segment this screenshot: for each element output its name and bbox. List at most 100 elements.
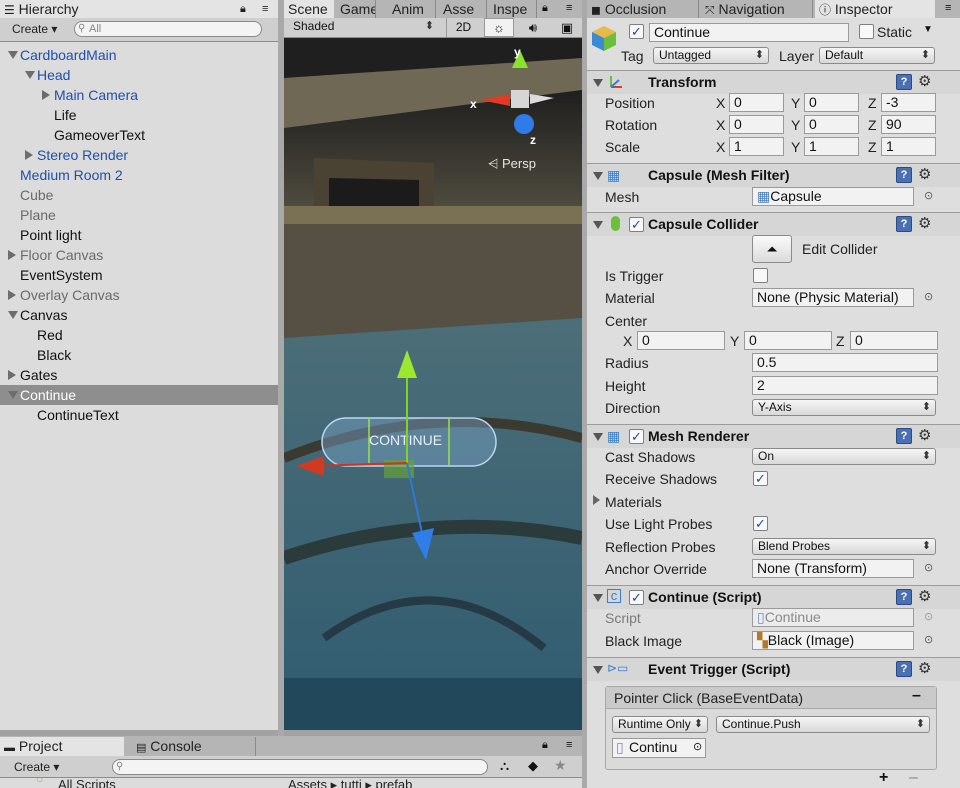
materials-expand-arrow-icon[interactable] [593, 495, 600, 505]
hierarchy-create-button[interactable]: Create ▾ [12, 20, 57, 38]
shading-mode-dropdown[interactable]: Shaded [288, 19, 438, 36]
collapse-arrow-icon[interactable] [593, 221, 603, 229]
transform-position-y-field[interactable]: 0 [804, 93, 859, 112]
capsule-collider-header[interactable]: ✓ Capsule Collider ? ⚙ [587, 212, 960, 236]
transform-header[interactable]: Transform ? ⚙ [587, 70, 960, 94]
hierarchy-item[interactable]: Red [0, 325, 278, 345]
hierarchy-item[interactable]: Point light [0, 225, 278, 245]
collapse-arrow-icon[interactable] [593, 666, 603, 674]
2d-toggle[interactable]: 2D [446, 18, 480, 37]
cast-shadows-dropdown[interactable]: On [752, 448, 936, 465]
help-icon[interactable]: ? [896, 589, 912, 605]
hierarchy-item[interactable]: EventSystem [0, 265, 278, 285]
hierarchy-item[interactable]: GameoverText [0, 125, 278, 145]
active-checkbox[interactable]: ✓ [629, 24, 644, 39]
tab-hierarchy[interactable]: ☰ Hierarchy 🔒︎ ≡ [0, 0, 278, 18]
tab-game[interactable]: Game [336, 0, 376, 18]
center-x-field[interactable]: 0 [637, 331, 725, 350]
anchor-override-field[interactable]: None (Transform) [752, 559, 914, 578]
use-light-probes-checkbox[interactable]: ✓ [753, 516, 768, 531]
tab-inspector-2[interactable]: Inspe [489, 0, 537, 18]
is-trigger-checkbox[interactable] [753, 268, 768, 283]
collapsed-arrow-icon[interactable] [8, 250, 16, 260]
transform-scale-z-field[interactable]: 1 [881, 137, 936, 156]
hierarchy-item[interactable]: Cube [0, 185, 278, 205]
tab-inspector[interactable]: ⓘ Inspector [815, 0, 935, 18]
lock-icon[interactable]: 🔒︎ [542, 2, 548, 15]
audio-toggle-icon[interactable]: 🔊︎ [518, 18, 548, 37]
gear-icon[interactable]: ⚙ [918, 426, 931, 444]
hierarchy-item[interactable]: Medium Room 2 [0, 165, 278, 185]
radius-field[interactable]: 0.5 [752, 353, 938, 372]
continue-script-enabled-checkbox[interactable]: ✓ [629, 590, 644, 605]
help-icon[interactable]: ? [896, 74, 912, 90]
effects-toggle-icon[interactable]: ▣ [552, 18, 582, 37]
hierarchy-item[interactable]: Canvas [0, 305, 278, 325]
transform-scale-x-field[interactable]: 1 [729, 137, 784, 156]
collapsed-arrow-icon[interactable] [8, 290, 16, 300]
hierarchy-item[interactable]: CardboardMain [0, 45, 278, 65]
menu-icon[interactable]: ≡ [945, 2, 951, 14]
hierarchy-item[interactable]: Continue [0, 385, 278, 405]
hierarchy-item[interactable]: Black [0, 345, 278, 365]
object-name-input[interactable]: Continue [649, 23, 849, 42]
continue-script-header[interactable]: c ✓ Continue (Script) ? ⚙ [587, 585, 960, 609]
mesh-field[interactable]: ▦Capsule [752, 187, 914, 206]
transform-position-z-field[interactable]: -3 [881, 93, 936, 112]
center-y-field[interactable]: 0 [744, 331, 832, 350]
help-icon[interactable]: ? [896, 661, 912, 677]
hierarchy-item[interactable]: Stereo Render [0, 145, 278, 165]
collapse-arrow-icon[interactable] [593, 594, 603, 602]
help-icon[interactable]: ? [896, 428, 912, 444]
collapse-arrow-icon[interactable] [593, 172, 603, 180]
object-picker-icon[interactable]: ⊙ [924, 189, 933, 202]
runtime-mode-dropdown[interactable]: Runtime Only [612, 716, 708, 733]
filter-by-label-icon[interactable]: ◆ [528, 758, 538, 774]
lighting-toggle-icon[interactable]: ☼ [484, 18, 514, 37]
favorite-star-icon[interactable]: ★ [554, 757, 567, 774]
object-picker-icon[interactable]: ⊙ [924, 633, 933, 646]
panel-divider[interactable] [278, 0, 284, 738]
collapse-arrow-icon[interactable] [593, 433, 603, 441]
tab-occlusion[interactable]: ◼ Occlusion [587, 0, 699, 18]
physic-material-field[interactable]: None (Physic Material) [752, 288, 914, 307]
add-event-button[interactable]: + [879, 769, 888, 787]
scene-viewport[interactable]: CONTINUE y x z ⩤ Persp [284, 38, 582, 730]
gear-icon[interactable]: ⚙ [918, 214, 931, 232]
edit-collider-button[interactable]: ⏶ [752, 235, 792, 263]
object-picker-icon[interactable]: ⊙ [924, 561, 933, 574]
menu-icon[interactable]: ≡ [566, 2, 572, 14]
tab-project[interactable]: ▬ Project [0, 737, 124, 756]
lock-icon[interactable]: 🔒︎ [240, 0, 246, 18]
gear-icon[interactable]: ⚙ [918, 165, 931, 183]
black-image-field[interactable]: ▚Black (Image) [752, 631, 914, 650]
expanded-arrow-icon[interactable] [8, 51, 18, 59]
tab-console[interactable]: ▤ Console [132, 737, 256, 756]
tab-scene[interactable]: Scene [284, 0, 334, 18]
expanded-arrow-icon[interactable] [8, 311, 18, 319]
tab-asset-store[interactable]: Asse [439, 0, 487, 18]
panel-divider[interactable] [582, 0, 587, 788]
hierarchy-item[interactable]: Life [0, 105, 278, 125]
collapse-arrow-icon[interactable] [593, 79, 603, 87]
hierarchy-search-input[interactable]: ⚲ All [74, 21, 262, 37]
expanded-arrow-icon[interactable] [8, 391, 18, 399]
transform-rotation-y-field[interactable]: 0 [804, 115, 859, 134]
object-picker-icon[interactable]: ⊙ [924, 290, 933, 303]
transform-rotation-x-field[interactable]: 0 [729, 115, 784, 134]
collapsed-arrow-icon[interactable] [8, 370, 16, 380]
transform-position-x-field[interactable]: 0 [729, 93, 784, 112]
project-create-button[interactable]: Create ▾ [14, 758, 59, 776]
hierarchy-item[interactable]: Floor Canvas [0, 245, 278, 265]
transform-scale-y-field[interactable]: 1 [804, 137, 859, 156]
hierarchy-item[interactable]: Plane [0, 205, 278, 225]
all-scripts-item[interactable]: All Scripts [58, 778, 116, 788]
menu-icon[interactable]: ≡ [262, 0, 268, 18]
mesh-renderer-enabled-checkbox[interactable]: ✓ [629, 429, 644, 444]
static-checkbox[interactable] [859, 24, 874, 39]
filter-by-type-icon[interactable]: ⛬ [500, 758, 509, 774]
event-target-field[interactable]: ▯ Continu ⊙ [612, 738, 706, 758]
static-dropdown-icon[interactable]: ▼ [923, 24, 933, 35]
hierarchy-item[interactable]: ContinueText [0, 405, 278, 425]
hierarchy-item[interactable]: Overlay Canvas [0, 285, 278, 305]
